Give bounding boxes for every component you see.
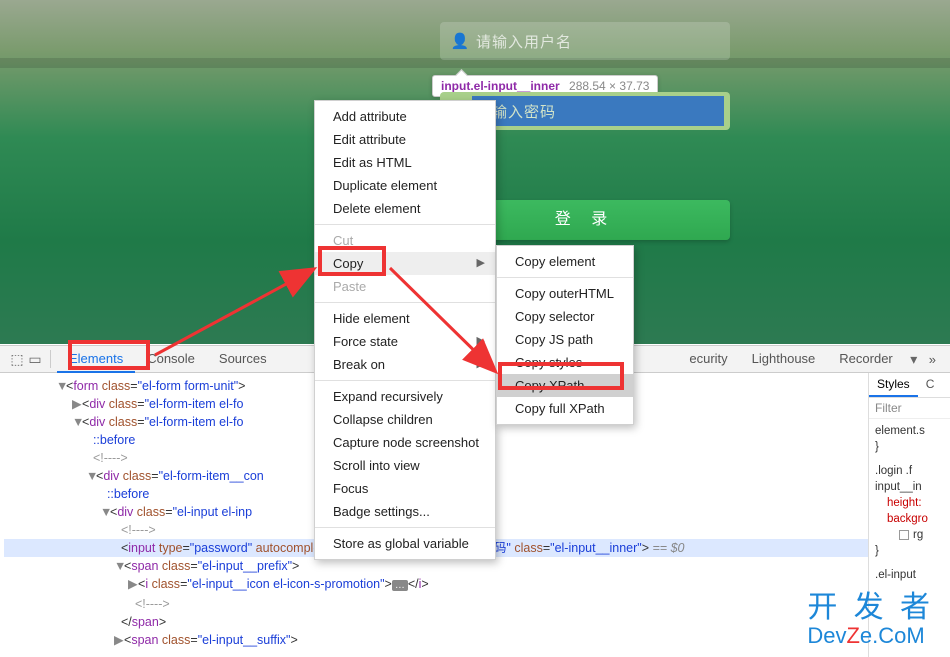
menu-collapse-children[interactable]: Collapse children bbox=[315, 408, 495, 431]
more-tabs-icon[interactable]: » bbox=[923, 352, 942, 367]
menu-focus[interactable]: Focus bbox=[315, 477, 495, 500]
styles-rules[interactable]: element.s } .login .f input__in height: … bbox=[869, 419, 950, 587]
menu-duplicate-element[interactable]: Duplicate element bbox=[315, 174, 495, 197]
menu-add-attribute[interactable]: Add attribute bbox=[315, 105, 495, 128]
device-icon[interactable]: ▭ bbox=[26, 351, 44, 368]
menu-separator bbox=[315, 302, 495, 303]
context-menu-copy: Copy element Copy outerHTML Copy selecto… bbox=[496, 245, 634, 425]
watermark-cn: 开 发 者 bbox=[807, 592, 934, 624]
styles-filter[interactable]: Filter bbox=[869, 398, 950, 419]
chevron-right-icon: ▶ bbox=[477, 334, 485, 347]
dom-row[interactable]: ▶<i class="el-input__icon el-icon-s-prom… bbox=[4, 575, 868, 595]
dom-row[interactable]: ▶<span class="el-input__suffix"> bbox=[4, 631, 868, 649]
inspect-icon[interactable]: ⬚ bbox=[8, 351, 26, 368]
rule-selector: .el-input bbox=[875, 569, 916, 581]
tab-styles[interactable]: Styles bbox=[869, 373, 918, 397]
tab-console[interactable]: Console bbox=[135, 345, 207, 373]
tab-elements[interactable]: Elements bbox=[57, 345, 135, 373]
css-value: rg bbox=[913, 529, 923, 541]
menu-separator bbox=[315, 380, 495, 381]
chevron-right-icon: ▶ bbox=[477, 357, 485, 370]
menu-copy-js-path[interactable]: Copy JS path bbox=[497, 328, 633, 351]
rule-line: input__in bbox=[875, 481, 922, 493]
menu-cut[interactable]: Cut bbox=[315, 229, 495, 252]
menu-copy-outerhtml[interactable]: Copy outerHTML bbox=[497, 282, 633, 305]
menu-copy-xpath[interactable]: Copy XPath bbox=[497, 374, 633, 397]
css-prop-background[interactable]: backgro bbox=[875, 511, 944, 527]
menu-expand-recursively[interactable]: Expand recursively bbox=[315, 385, 495, 408]
menu-capture-screenshot[interactable]: Capture node screenshot bbox=[315, 431, 495, 454]
tab-recorder[interactable]: Recorder bbox=[827, 345, 904, 373]
menu-edit-attribute[interactable]: Edit attribute bbox=[315, 128, 495, 151]
menu-copy-full-xpath[interactable]: Copy full XPath bbox=[497, 397, 633, 420]
toolbar-sep bbox=[50, 350, 51, 368]
rule-brace: } bbox=[875, 439, 944, 455]
menu-force-state[interactable]: Force state▶ bbox=[315, 330, 495, 353]
menu-delete-element[interactable]: Delete element bbox=[315, 197, 495, 220]
rule-brace: } bbox=[875, 543, 944, 559]
menu-store-global[interactable]: Store as global variable bbox=[315, 532, 495, 555]
tooltip-selector: input.el-input__inner bbox=[441, 79, 560, 93]
tab-security[interactable]: ecurity bbox=[677, 345, 739, 373]
user-icon: 👤 bbox=[450, 32, 470, 50]
rule-selector: element.s bbox=[875, 425, 925, 437]
menu-copy-element[interactable]: Copy element bbox=[497, 250, 633, 273]
tab-lighthouse[interactable]: Lighthouse bbox=[740, 345, 828, 373]
menu-break-on[interactable]: Break on▶ bbox=[315, 353, 495, 376]
username-input[interactable]: 👤 请输入用户名 bbox=[440, 22, 730, 60]
css-prop-height[interactable]: height: bbox=[875, 495, 944, 511]
watermark: 开 发 者 DevZe.CoM bbox=[807, 592, 934, 647]
tab-sources[interactable]: Sources bbox=[207, 345, 279, 373]
menu-edit-as-html[interactable]: Edit as HTML bbox=[315, 151, 495, 174]
tooltip-dimensions: 288.54 × 37.73 bbox=[569, 79, 649, 93]
menu-badge-settings[interactable]: Badge settings... bbox=[315, 500, 495, 523]
menu-scroll-into-view[interactable]: Scroll into view bbox=[315, 454, 495, 477]
dom-row[interactable]: <!----> bbox=[4, 595, 868, 613]
checkbox-icon[interactable] bbox=[899, 530, 909, 540]
tab-computed[interactable]: C bbox=[918, 373, 943, 397]
chevron-right-icon: ▶ bbox=[477, 256, 485, 269]
recorder-dropdown-icon[interactable]: ▾ bbox=[905, 351, 923, 368]
menu-copy[interactable]: Copy▶ bbox=[315, 252, 495, 275]
styles-tabs: Styles C bbox=[869, 373, 950, 398]
context-menu-main: Add attribute Edit attribute Edit as HTM… bbox=[314, 100, 496, 560]
menu-separator bbox=[315, 224, 495, 225]
menu-hide-element[interactable]: Hide element bbox=[315, 307, 495, 330]
dom-row[interactable]: </span> bbox=[4, 613, 868, 631]
rule-selector: .login .f bbox=[875, 465, 912, 477]
username-placeholder: 请输入用户名 bbox=[476, 31, 572, 52]
menu-copy-styles[interactable]: Copy styles bbox=[497, 351, 633, 374]
menu-copy-selector[interactable]: Copy selector bbox=[497, 305, 633, 328]
menu-paste[interactable]: Paste bbox=[315, 275, 495, 298]
menu-separator bbox=[497, 277, 633, 278]
watermark-en: DevZe.CoM bbox=[807, 624, 934, 647]
menu-separator bbox=[315, 527, 495, 528]
